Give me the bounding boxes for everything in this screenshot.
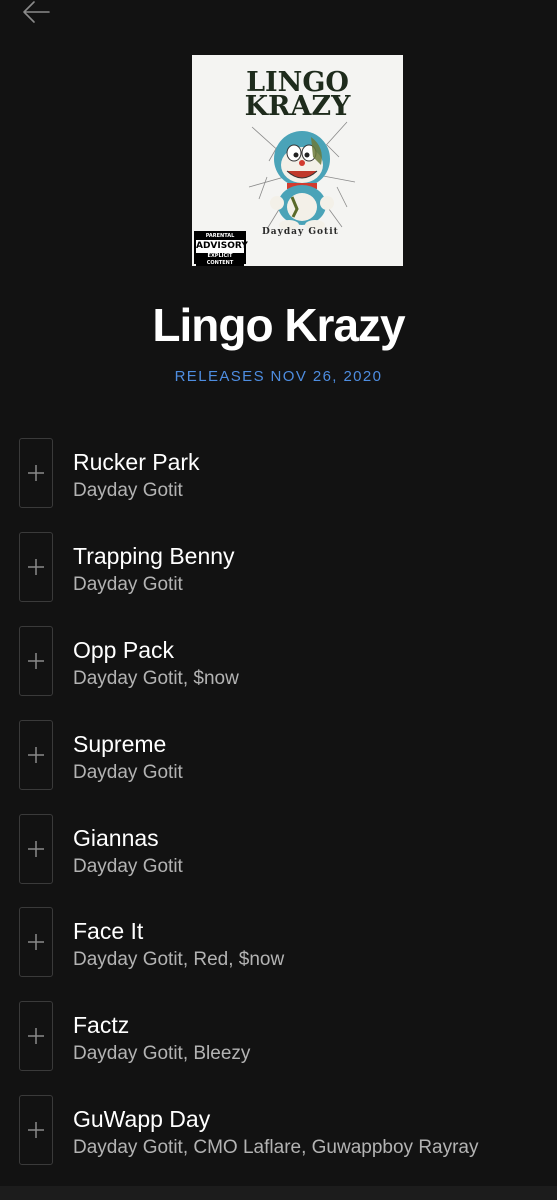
track-row[interactable]: GuWapp Day Dayday Gotit, CMO Laflare, Gu…	[0, 1095, 557, 1167]
track-artists: Dayday Gotit, Red, $now	[73, 949, 285, 970]
track-row[interactable]: Face It Dayday Gotit, Red, $now	[0, 907, 557, 979]
add-track-button[interactable]	[19, 1095, 53, 1165]
track-title: Rucker Park	[73, 449, 200, 475]
back-button[interactable]	[18, 0, 54, 30]
add-track-button[interactable]	[19, 626, 53, 696]
track-artists: Dayday Gotit, $now	[73, 668, 239, 689]
track-title: Giannas	[73, 825, 159, 851]
track-title: Face It	[73, 918, 144, 944]
track-artists: Dayday Gotit	[73, 762, 183, 783]
advisory-top-text: PARENTAL	[196, 233, 244, 240]
release-date: RELEASES NOV 26, 2020	[174, 368, 383, 385]
top-bar	[0, 0, 557, 40]
album-title: Lingo Krazy	[152, 299, 405, 351]
advisory-bottom-text: EXPLICIT CONTENT	[196, 253, 244, 266]
track-artists: Dayday Gotit, CMO Laflare, Guwappboy Ray…	[73, 1137, 479, 1158]
plus-icon	[28, 934, 44, 950]
plus-icon	[28, 841, 44, 857]
plus-icon	[28, 1122, 44, 1138]
plus-icon	[28, 465, 44, 481]
advisory-mid-text: ADVISORY	[196, 241, 248, 251]
track-artists: Dayday Gotit	[73, 480, 183, 501]
track-row[interactable]: Opp Pack Dayday Gotit, $now	[0, 626, 557, 698]
track-artists: Dayday Gotit	[73, 856, 183, 877]
plus-icon	[28, 653, 44, 669]
add-track-button[interactable]	[19, 1001, 53, 1071]
bottom-edge	[0, 1186, 557, 1200]
plus-icon	[28, 747, 44, 763]
track-title: GuWapp Day	[73, 1106, 211, 1132]
plus-icon	[28, 1028, 44, 1044]
cover-artwork-image	[248, 121, 356, 230]
add-track-button[interactable]	[19, 720, 53, 790]
album-cover: LINGO KRAZY Dayday Gotit PARENTAL ADVISO…	[192, 55, 403, 266]
track-row[interactable]: Supreme Dayday Gotit	[0, 720, 557, 792]
track-row[interactable]: Trapping Benny Dayday Gotit	[0, 532, 557, 604]
track-artists: Dayday Gotit	[73, 574, 183, 595]
track-title: Supreme	[73, 731, 167, 757]
add-track-button[interactable]	[19, 438, 53, 508]
add-track-button[interactable]	[19, 814, 53, 884]
track-row[interactable]: Giannas Dayday Gotit	[0, 814, 557, 886]
track-title: Factz	[73, 1012, 130, 1038]
cover-title-line2: KRAZY	[244, 91, 351, 122]
add-track-button[interactable]	[19, 907, 53, 977]
track-title: Opp Pack	[73, 637, 174, 663]
track-artists: Dayday Gotit, Bleezy	[73, 1043, 251, 1064]
parental-advisory-badge: PARENTAL ADVISORY EXPLICIT CONTENT	[194, 231, 248, 266]
plus-icon	[28, 559, 44, 575]
track-row[interactable]: Rucker Park Dayday Gotit	[0, 438, 557, 510]
cover-artist-text: Dayday Gotit	[262, 227, 339, 237]
track-title: Trapping Benny	[73, 543, 235, 569]
track-row[interactable]: Factz Dayday Gotit, Bleezy	[0, 1001, 557, 1073]
add-track-button[interactable]	[19, 532, 53, 602]
back-arrow-icon	[23, 1, 50, 23]
